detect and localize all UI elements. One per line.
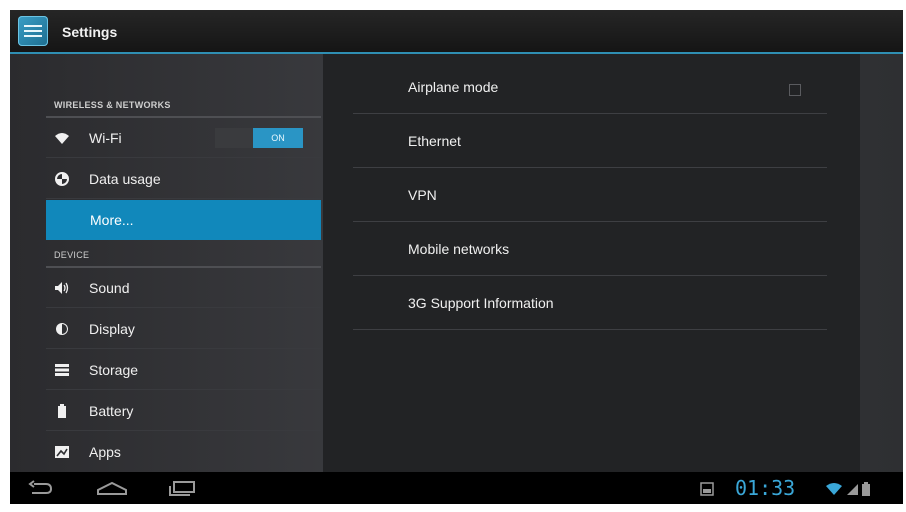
settings-sidebar: WIRELESS & NETWORKS Wi-Fi ON Data usage … [46,54,321,472]
sidebar-item-apps[interactable]: Apps [46,432,321,472]
recent-apps-icon[interactable] [168,480,198,501]
sidebar-item-label: Data usage [89,171,161,187]
screenshot-notification-icon [700,482,714,501]
page-title: Settings [62,24,118,40]
option-label: 3G Support Information [408,295,554,311]
sidebar-item-sound[interactable]: Sound [46,268,321,308]
option-label: Ethernet [408,133,461,149]
wifi-icon [54,130,70,146]
sidebar-item-label: Sound [89,280,130,296]
sidebar-item-label: More... [90,212,134,228]
sidebar-item-label: Storage [89,362,139,378]
settings-app-icon[interactable] [18,16,48,46]
sidebar-item-battery[interactable]: Battery [46,391,321,431]
navigation-bar: 01:33 [10,472,903,504]
sidebar-item-display[interactable]: Display [46,309,321,349]
sidebar-item-data-usage[interactable]: Data usage [46,159,321,199]
home-icon[interactable] [96,480,128,501]
wifi-toggle-on-label: ON [253,128,303,148]
option-mobile-networks[interactable]: Mobile networks [353,222,827,276]
screen: Settings WIRELESS & NETWORKS Wi-Fi ON Da… [10,10,903,504]
action-bar: Settings [10,10,903,54]
back-icon[interactable] [28,480,54,501]
option-ethernet[interactable]: Ethernet [353,114,827,168]
sidebar-item-wifi[interactable]: Wi-Fi ON [46,118,321,158]
airplane-mode-checkbox[interactable] [789,84,801,96]
battery-status-icon [862,482,870,501]
apps-icon [54,444,70,460]
section-header-wireless: WIRELESS & NETWORKS [54,100,171,110]
display-brightness-icon [54,321,70,337]
battery-icon [54,403,70,419]
sidebar-item-label: Apps [89,444,121,460]
option-label: Mobile networks [408,241,510,257]
storage-icon [54,362,70,378]
sidebar-item-storage[interactable]: Storage [46,350,321,390]
clock: 01:33 [735,476,796,500]
sidebar-item-more[interactable]: More... [46,200,321,240]
sidebar-item-label: Wi-Fi [89,130,122,146]
option-label: VPN [408,187,437,203]
cell-signal-icon [847,482,859,501]
more-settings-panel: Airplane mode Ethernet VPN Mobile networ… [323,54,860,472]
speaker-icon [54,280,70,296]
sidebar-item-label: Battery [89,403,134,419]
section-header-device: DEVICE [54,250,90,260]
sidebar-item-label: Display [89,321,135,337]
option-3g-support-information[interactable]: 3G Support Information [353,276,827,330]
option-label: Airplane mode [408,79,499,95]
data-usage-icon [54,171,70,187]
option-vpn[interactable]: VPN [353,168,827,222]
wifi-toggle[interactable]: ON [215,128,303,148]
option-airplane-mode[interactable]: Airplane mode [353,60,827,114]
wifi-signal-icon [825,482,843,501]
